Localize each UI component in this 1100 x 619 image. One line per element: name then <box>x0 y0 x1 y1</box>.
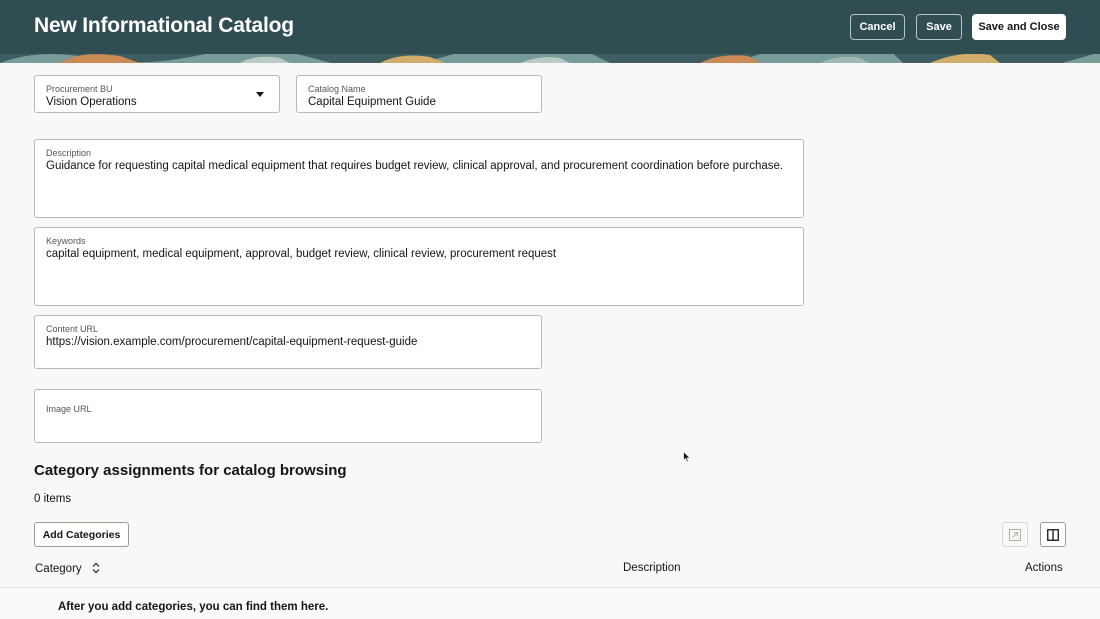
description-value: Guidance for requesting capital medical … <box>46 160 784 172</box>
procurement-bu-label: Procurement BU <box>46 84 113 94</box>
sort-icon[interactable] <box>91 562 101 574</box>
column-header-description: Description <box>623 562 681 574</box>
content-url-field[interactable]: Content URL https://vision.example.com/p… <box>34 315 542 369</box>
add-categories-button[interactable]: Add Categories <box>34 522 129 547</box>
empty-table-message: After you add categories, you can find t… <box>58 601 329 613</box>
columns-button[interactable] <box>1040 522 1066 547</box>
procurement-bu-select[interactable]: Procurement BU Vision Operations <box>34 75 280 113</box>
keywords-value: capital equipment, medical equipment, ap… <box>46 248 557 260</box>
catalog-name-value: Capital Equipment Guide <box>308 96 436 108</box>
cancel-button[interactable]: Cancel <box>850 14 905 40</box>
keywords-label: Keywords <box>46 236 86 246</box>
mouse-pointer-icon <box>683 451 691 463</box>
caret-down-icon[interactable] <box>256 92 264 97</box>
detach-button <box>1002 522 1028 547</box>
save-button[interactable]: Save <box>916 14 962 40</box>
items-count: 0 items <box>34 493 72 505</box>
page-header: New Informational Catalog Cancel Save Sa… <box>0 0 1100 63</box>
detach-icon <box>1009 528 1021 541</box>
catalog-name-label: Catalog Name <box>308 84 366 94</box>
image-url-field[interactable]: Image URL <box>34 389 542 443</box>
column-header-category[interactable]: Category <box>35 562 101 575</box>
columns-icon <box>1047 528 1059 541</box>
column-category-label: Category <box>35 563 82 575</box>
page-title: New Informational Catalog <box>34 14 294 37</box>
description-label: Description <box>46 148 92 158</box>
save-and-close-button[interactable]: Save and Close <box>972 14 1066 40</box>
content-url-value: https://vision.example.com/procurement/c… <box>46 336 418 348</box>
description-field[interactable]: Description Guidance for requesting capi… <box>34 139 804 218</box>
procurement-bu-value: Vision Operations <box>46 96 137 108</box>
catalog-name-field[interactable]: Catalog Name Capital Equipment Guide <box>296 75 542 113</box>
keywords-field[interactable]: Keywords capital equipment, medical equi… <box>34 227 804 306</box>
category-section-title: Category assignments for catalog browsin… <box>34 462 347 479</box>
content-url-label: Content URL <box>46 324 99 334</box>
column-header-actions: Actions <box>1025 562 1063 574</box>
image-url-label: Image URL <box>46 404 92 414</box>
